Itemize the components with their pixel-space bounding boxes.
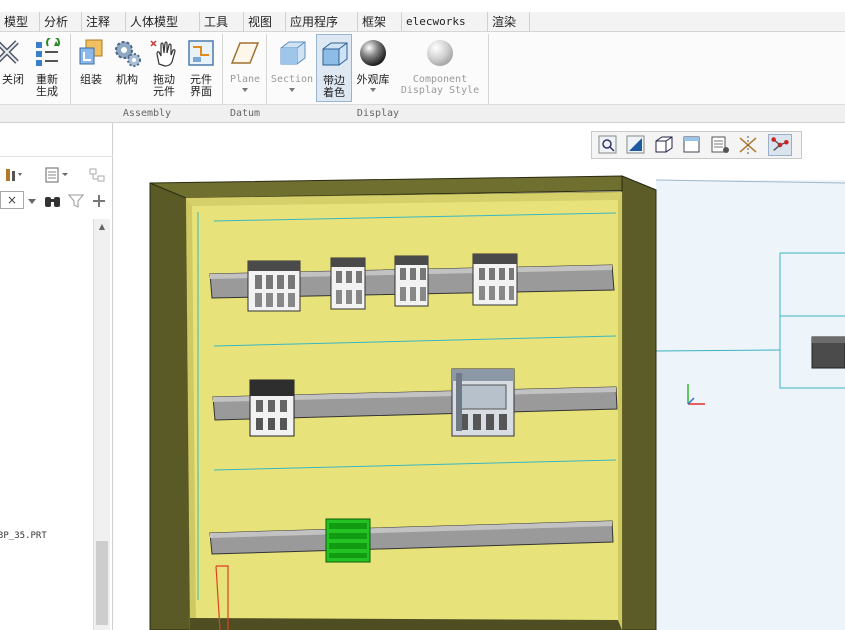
view-manager-icon[interactable] (708, 134, 732, 156)
model-tree: 3P_35.PRT (0, 219, 92, 629)
filter-funnel-icon[interactable] (68, 194, 84, 208)
tree-scrollbar[interactable]: ▲ (93, 219, 110, 630)
refit-icon[interactable] (624, 134, 648, 156)
section-label: Section (270, 74, 314, 92)
cabinet-bottom-edge (190, 618, 622, 630)
model-tree-toolbar (0, 163, 113, 187)
clear-filter-button[interactable]: × (0, 191, 24, 209)
spin-center-icon[interactable] (768, 134, 792, 156)
contactor-4[interactable] (472, 253, 518, 306)
plane-dropdown-caret[interactable] (242, 88, 248, 92)
back-plate-right-shade (618, 192, 622, 630)
zoom-icon[interactable] (596, 134, 620, 156)
mechanism-label: 机构 (116, 73, 138, 86)
assemble-icon (79, 39, 103, 65)
datum-display-icon[interactable] (736, 134, 760, 156)
group-label-display: Display (356, 108, 400, 119)
close-icon (0, 40, 19, 64)
plane-button[interactable]: Plane (226, 34, 264, 102)
close-label: 关闭 (2, 73, 24, 86)
section-dropdown-caret[interactable] (289, 88, 295, 92)
contactor-3[interactable] (394, 255, 429, 307)
section-icon (280, 41, 306, 65)
relay-contactor[interactable] (249, 379, 295, 437)
plane-label: Plane (226, 74, 264, 92)
terminal-block[interactable] (325, 518, 371, 563)
component-interface-button[interactable]: 元件 界面 (184, 34, 218, 102)
ribbon-group-bar: Assembly Datum Display (0, 104, 845, 123)
tree-settings-icon[interactable] (4, 167, 24, 183)
ribbon-tab-bar: 模型 分析 注释 人体模型 工具 视图 应用程序 框架 elecworks 渲染 (0, 12, 845, 32)
appearance-gallery-button[interactable]: 外观库 (354, 34, 392, 102)
tab-tools[interactable]: 工具 (200, 12, 244, 32)
group-label-assembly: Assembly (122, 108, 172, 119)
scrollbar-thumb[interactable] (96, 541, 108, 625)
add-plus-icon[interactable] (92, 194, 106, 208)
regenerate-icon (36, 38, 60, 66)
tab-applications[interactable]: 应用程序 (286, 12, 358, 32)
appearance-dropdown-caret[interactable] (370, 88, 376, 92)
scroll-up-arrow-icon[interactable]: ▲ (94, 219, 110, 235)
show-menu-icon[interactable] (44, 167, 70, 183)
shading-with-edges-label: 带边 着色 (323, 74, 345, 99)
graphics-viewport[interactable] (114, 123, 845, 630)
find-binoculars-icon[interactable] (44, 194, 62, 208)
tab-analysis[interactable]: 分析 (40, 12, 82, 32)
drag-hand-icon (150, 40, 176, 67)
tab-view[interactable]: 视图 (244, 12, 286, 32)
dropdown-caret-icon[interactable] (28, 199, 36, 205)
assemble-label: 组装 (80, 73, 102, 86)
group-label-datum: Datum (229, 108, 261, 119)
contactor-2[interactable] (330, 257, 366, 310)
display-style-icon[interactable] (652, 134, 676, 156)
window-top-edge (0, 0, 845, 12)
component-interface-label: 元件 界面 (190, 73, 212, 98)
shading-with-edges-button[interactable]: 带边 着色 (316, 34, 352, 102)
motor-protection-breaker[interactable] (451, 368, 515, 437)
cabinet-door-panel (656, 180, 845, 630)
contactor-1[interactable] (247, 260, 301, 312)
model-tree-panel: × 3P_35.PRT ▲ (0, 123, 113, 630)
plane-icon (230, 42, 260, 64)
saved-views-icon[interactable] (680, 134, 704, 156)
shaded-with-edges-icon (322, 42, 348, 66)
panel-divider (0, 156, 113, 157)
regenerate-label: 重新 生成 (36, 73, 58, 98)
tab-manikin[interactable]: 人体模型 (126, 12, 200, 32)
cabinet-right-wall (621, 175, 657, 630)
door-device-top (812, 337, 845, 343)
search-toolbar: × (0, 189, 113, 211)
assemble-button[interactable]: 组装 (74, 34, 108, 102)
tree-item-part[interactable]: 3P_35.PRT (0, 531, 47, 541)
component-display-style-label: Component Display Style (400, 74, 480, 96)
drag-component-label: 拖动 元件 (153, 73, 175, 98)
appearance-sphere-icon (360, 40, 386, 66)
close-button[interactable]: 关闭 (0, 34, 26, 102)
tree-filters-icon[interactable] (88, 167, 108, 183)
tab-render[interactable]: 渲染 (488, 12, 530, 32)
appearance-gallery-label: 外观库 (354, 74, 392, 92)
component-interface-icon (188, 40, 214, 66)
cabinet-3d-model (149, 175, 845, 630)
drag-component-button[interactable]: 拖动 元件 (147, 34, 181, 102)
graphics-toolbar (591, 131, 802, 159)
tab-annotate[interactable]: 注释 (82, 12, 126, 32)
section-button[interactable]: Section (270, 34, 314, 102)
cabinet-left-wall (149, 182, 191, 630)
tab-framework[interactable]: 框架 (358, 12, 402, 32)
tab-model[interactable]: 模型 (0, 12, 40, 32)
tab-elecworks[interactable]: elecworks (402, 12, 488, 32)
component-display-style-button[interactable]: Component Display Style (394, 34, 486, 102)
mechanism-button[interactable]: 机构 (110, 34, 144, 102)
display-style-sphere-icon (427, 40, 453, 66)
mechanism-gear-icon (115, 41, 141, 67)
regenerate-button[interactable]: 重新 生成 (30, 34, 64, 102)
